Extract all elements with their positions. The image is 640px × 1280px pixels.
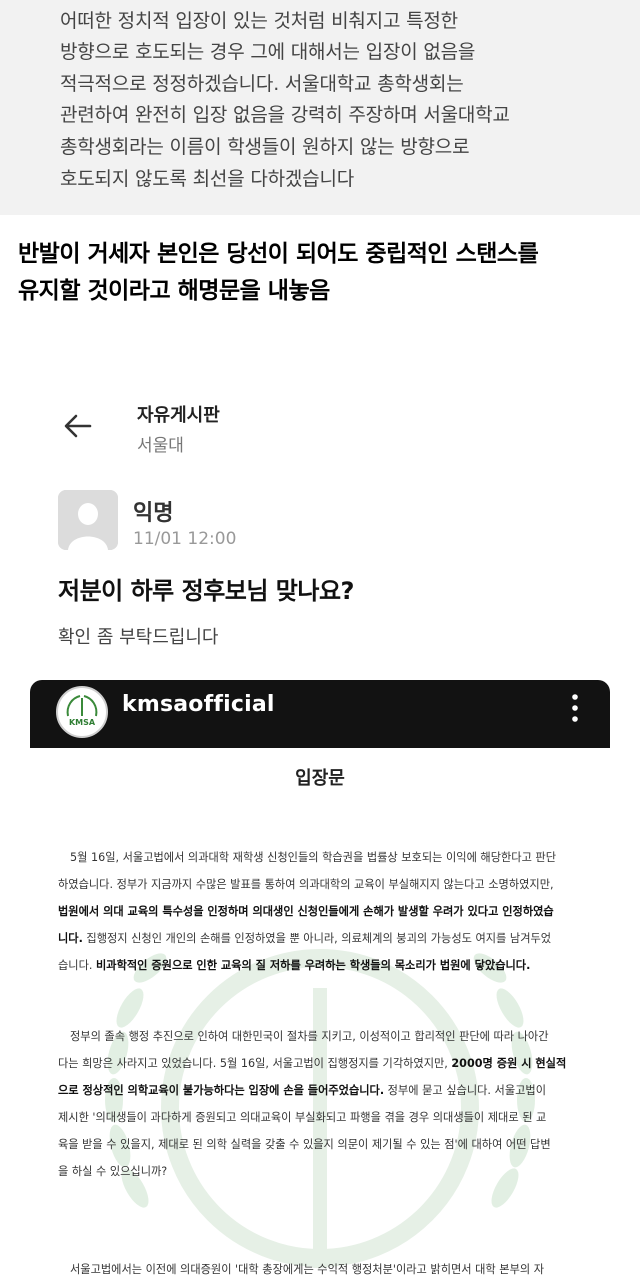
body-text: 하였습니다. 정부가 지금까지 수많은 발표를 통하여 의과대학의 교육이 부실… [58, 878, 554, 891]
quoted-statement-text: 단체가 의 학의학술를 갖는, 현의 의의 명의이 대외의료도어떠한 정치적 입… [60, 0, 600, 195]
post-timestamp: 11/01 12:00 [133, 529, 237, 549]
statement-document: 입장문 5월 16일, 서울고법에서 의과대학 재학생 신청인들의 학습권을 법… [30, 748, 610, 1280]
emphasized-text: 으로 정상적인 의학교육이 불가능하다는 입장에 손을 들어주었습니다. [58, 1084, 385, 1097]
emphasized-text: 니다. [58, 932, 83, 945]
board-title: 자유게시판 [137, 405, 220, 426]
body-text: 다는 희망은 사라지고 있었습니다. 5월 16일, 서울고법이 집행정지를 기… [58, 1057, 452, 1070]
body-text: 정부에 묻고 싶습니다. 서울고법이 [384, 1084, 546, 1097]
quote-line: 총학생회라는 이름이 학생들이 원하지 않는 방향으로 [60, 135, 470, 158]
body-text: 육을 받을 수 있을지, 제대로 된 의학 실력을 갖출 수 있을지 의문이 제… [58, 1138, 551, 1151]
document-line: 으로 정상적인 의학교육이 불가능하다는 입장에 손을 들어주었습니다. 정부에… [58, 1077, 588, 1104]
document-line: 하였습니다. 정부가 지금까지 수많은 발표를 통하여 의과대학의 교육이 부실… [58, 871, 588, 898]
document-line: 다는 희망은 사라지고 있었습니다. 5월 16일, 서울고법이 집행정지를 기… [58, 1050, 588, 1077]
document-line: 을 하실 수 있으십니까? [58, 1158, 588, 1185]
body-text: 5월 16일, 서울고법에서 의과대학 재학생 신청인들의 학습권을 법률상 보… [70, 851, 557, 864]
caption-line-2: 유지할 것이라고 해명문을 내놓음 [18, 278, 330, 304]
board-subtitle: 서울대 [137, 436, 184, 456]
quote-line: 적극적으로 정정하겠습니다. 서울대학교 총학생회는 [60, 72, 464, 95]
caption-line-1: 반발이 거세자 본인은 당선이 되어도 중립적인 스탠스를 [18, 241, 539, 267]
quote-line: 관련하여 완전히 입장 없음을 강력히 주장하며 서울대학교 [60, 104, 510, 127]
more-options-icon[interactable] [570, 692, 580, 724]
quote-line: 어떠한 정치적 입장이 있는 것처럼 비춰지고 특정한 [60, 9, 458, 32]
document-line: 습니다. 비과학적인 증원으로 인한 교육의 질 저하를 우려하는 학생들의 목… [58, 952, 588, 979]
quoted-statement: 단체가 의 학의학술를 갖는, 현의 의의 명의이 대외의료도어떠한 정치적 입… [0, 0, 640, 215]
document-paragraph-1: 5월 16일, 서울고법에서 의과대학 재학생 신청인들의 학습권을 법률상 보… [58, 844, 588, 979]
document-heading: 입장문 [295, 768, 345, 789]
document-line: 육을 받을 수 있을지, 제대로 된 의학 실력을 갖출 수 있을지 의문이 제… [58, 1131, 588, 1158]
document-paragraph-2: 정부의 졸속 행정 추진으로 인하여 대한민국이 절차를 지키고, 이성적이고 … [58, 1023, 588, 1185]
body-text: 을 하실 수 있으십니까? [58, 1165, 168, 1178]
body-text: 집행정지 신청인 개인의 손해를 인정하였을 뿐 아니라, 의료체계의 붕괴의 … [82, 932, 552, 945]
kmsa-logo[interactable]: KMSA [56, 686, 108, 738]
back-arrow-icon[interactable] [60, 408, 96, 444]
quote-line: 호도되지 않도록 최선을 다하겠습니다 [60, 167, 354, 190]
body-text: 서울고법에서는 이전에 의대증원이 '대학 총장에게는 수익적 행정처분'이라고… [70, 1263, 545, 1276]
emphasized-text: 비과학적인 증원으로 인한 교육의 질 저하를 우려하는 학생들의 목소리가 법… [96, 959, 531, 972]
document-paragraph-3: 서울고법에서는 이전에 의대증원이 '대학 총장에게는 수익적 행정처분'이라고… [58, 1256, 588, 1280]
body-text: 습니다. [58, 959, 96, 972]
instagram-handle[interactable]: kmsaofficial [122, 692, 275, 717]
body-text: 제시한 '의대생들이 과다하게 증원되고 의대교육이 부실화되고 파행을 겪을 … [58, 1111, 547, 1124]
quote-line: 방향으로 호도되는 경우 그에 대해서는 입장이 없음을 [60, 41, 476, 64]
instagram-header: KMSA kmsaofficial [30, 680, 610, 748]
emphasized-text: 2000명 증원 시 현실적 [451, 1057, 567, 1070]
kmsa-emblem-icon: KMSA [60, 690, 104, 734]
caption: 반발이 거세자 본인은 당선이 되어도 중립적인 스탠스를 유지할 것이라고 해… [18, 236, 628, 310]
svg-text:KMSA: KMSA [69, 718, 96, 727]
post-title: 저분이 하루 정후보님 맞나요? [58, 577, 354, 605]
watermark-laurel-icon [105, 949, 535, 1268]
post-body: 확인 좀 부탁드립니다 [58, 627, 219, 648]
document-line: 정부의 졸속 행정 추진으로 인하여 대한민국이 절차를 지키고, 이성적이고 … [58, 1023, 588, 1050]
document-line: 니다. 집행정지 신청인 개인의 손해를 인정하였을 뿐 아니라, 의료체계의 … [58, 925, 588, 952]
default-avatar-icon [58, 490, 118, 550]
document-line: 5월 16일, 서울고법에서 의과대학 재학생 신청인들의 학습권을 법률상 보… [58, 844, 588, 871]
avatar [58, 490, 118, 550]
document-line: 서울고법에서는 이전에 의대증원이 '대학 총장에게는 수익적 행정처분'이라고… [58, 1256, 588, 1280]
post-author: 익명 [133, 501, 174, 526]
emphasized-text: 법원에서 의대 교육의 특수성을 인정하며 의대생인 신청인들에게 손해가 발생… [58, 905, 554, 918]
document-line: 제시한 '의대생들이 과다하게 증원되고 의대교육이 부실화되고 파행을 겪을 … [58, 1104, 588, 1131]
document-line: 법원에서 의대 교육의 특수성을 인정하며 의대생인 신청인들에게 손해가 발생… [58, 898, 588, 925]
body-text: 정부의 졸속 행정 추진으로 인하여 대한민국이 절차를 지키고, 이성적이고 … [70, 1030, 549, 1043]
